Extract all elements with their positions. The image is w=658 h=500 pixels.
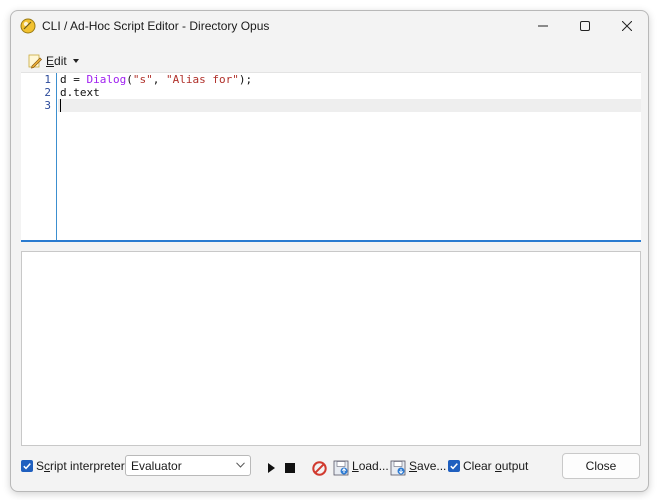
edit-menu-button[interactable]: Edit [23, 50, 83, 72]
close-window-button[interactable] [604, 11, 648, 41]
clear-output-label[interactable]: Clear output [463, 459, 528, 473]
play-icon [268, 463, 275, 473]
clear-button[interactable] [311, 460, 327, 476]
script-interpreter-checkbox[interactable] [21, 460, 33, 472]
code-token: , [152, 73, 166, 86]
code-editor[interactable]: 1 2 3 d = Dialog("s", "Alias for"); d.te… [21, 73, 641, 242]
close-button-label: Close [585, 459, 617, 473]
interpreter-select-value: Evaluator [131, 459, 182, 473]
interpreter-select[interactable]: Evaluator [125, 455, 251, 476]
code-line: d.text [60, 86, 100, 99]
chevron-down-icon [72, 58, 79, 63]
maximize-button[interactable] [562, 11, 608, 41]
clear-output-checkbox[interactable] [448, 460, 460, 472]
code-token: ( [126, 73, 133, 86]
minimize-icon [538, 25, 548, 27]
stop-icon [285, 463, 295, 473]
editor-toolbar: Edit [21, 49, 641, 73]
line-number: 1 [44, 73, 51, 86]
save-button[interactable]: Save... [409, 459, 446, 473]
code-text-area[interactable]: d = Dialog("s", "Alias for"); d.text [58, 73, 641, 240]
code-keyword: Dialog [86, 73, 127, 86]
line-number: 3 [44, 99, 51, 112]
load-button[interactable]: Load... [352, 459, 389, 473]
stop-button[interactable] [282, 460, 298, 476]
close-button[interactable]: Close [562, 453, 640, 479]
close-icon [622, 21, 632, 31]
minimize-button[interactable] [520, 11, 566, 41]
text-cursor [60, 99, 61, 112]
window-title: CLI / Ad-Hoc Script Editor - Directory O… [42, 19, 270, 33]
edit-menu-label: Edit [46, 53, 67, 68]
save-icon[interactable] [390, 460, 406, 476]
directory-opus-app-icon [20, 18, 36, 34]
edit-pencil-icon [27, 53, 43, 69]
title-bar: CLI / Ad-Hoc Script Editor - Directory O… [11, 11, 648, 41]
code-line-current [58, 99, 641, 112]
code-token: ); [238, 73, 253, 86]
load-icon[interactable] [333, 460, 349, 476]
line-number: 2 [44, 86, 51, 99]
code-token: d = [60, 73, 87, 86]
maximize-icon [580, 21, 590, 31]
code-string: "Alias for" [166, 73, 239, 86]
script-interpreter-label[interactable]: Script interpreter: [36, 459, 128, 473]
chevron-down-icon [236, 462, 245, 468]
script-editor-window: CLI / Ad-Hoc Script Editor - Directory O… [10, 10, 649, 492]
code-token: d.text [60, 86, 100, 99]
checkmark-icon [23, 463, 31, 470]
code-string: "s" [132, 73, 153, 86]
run-button[interactable] [263, 460, 279, 476]
code-line: d = Dialog("s", "Alias for"); [60, 73, 252, 86]
no-entry-icon [311, 460, 327, 476]
checkmark-icon [450, 463, 458, 470]
footer-bar: Script interpreter: Evaluator Load... Sa… [11, 451, 648, 483]
line-number-gutter: 1 2 3 [21, 73, 57, 240]
output-pane[interactable] [21, 251, 641, 446]
